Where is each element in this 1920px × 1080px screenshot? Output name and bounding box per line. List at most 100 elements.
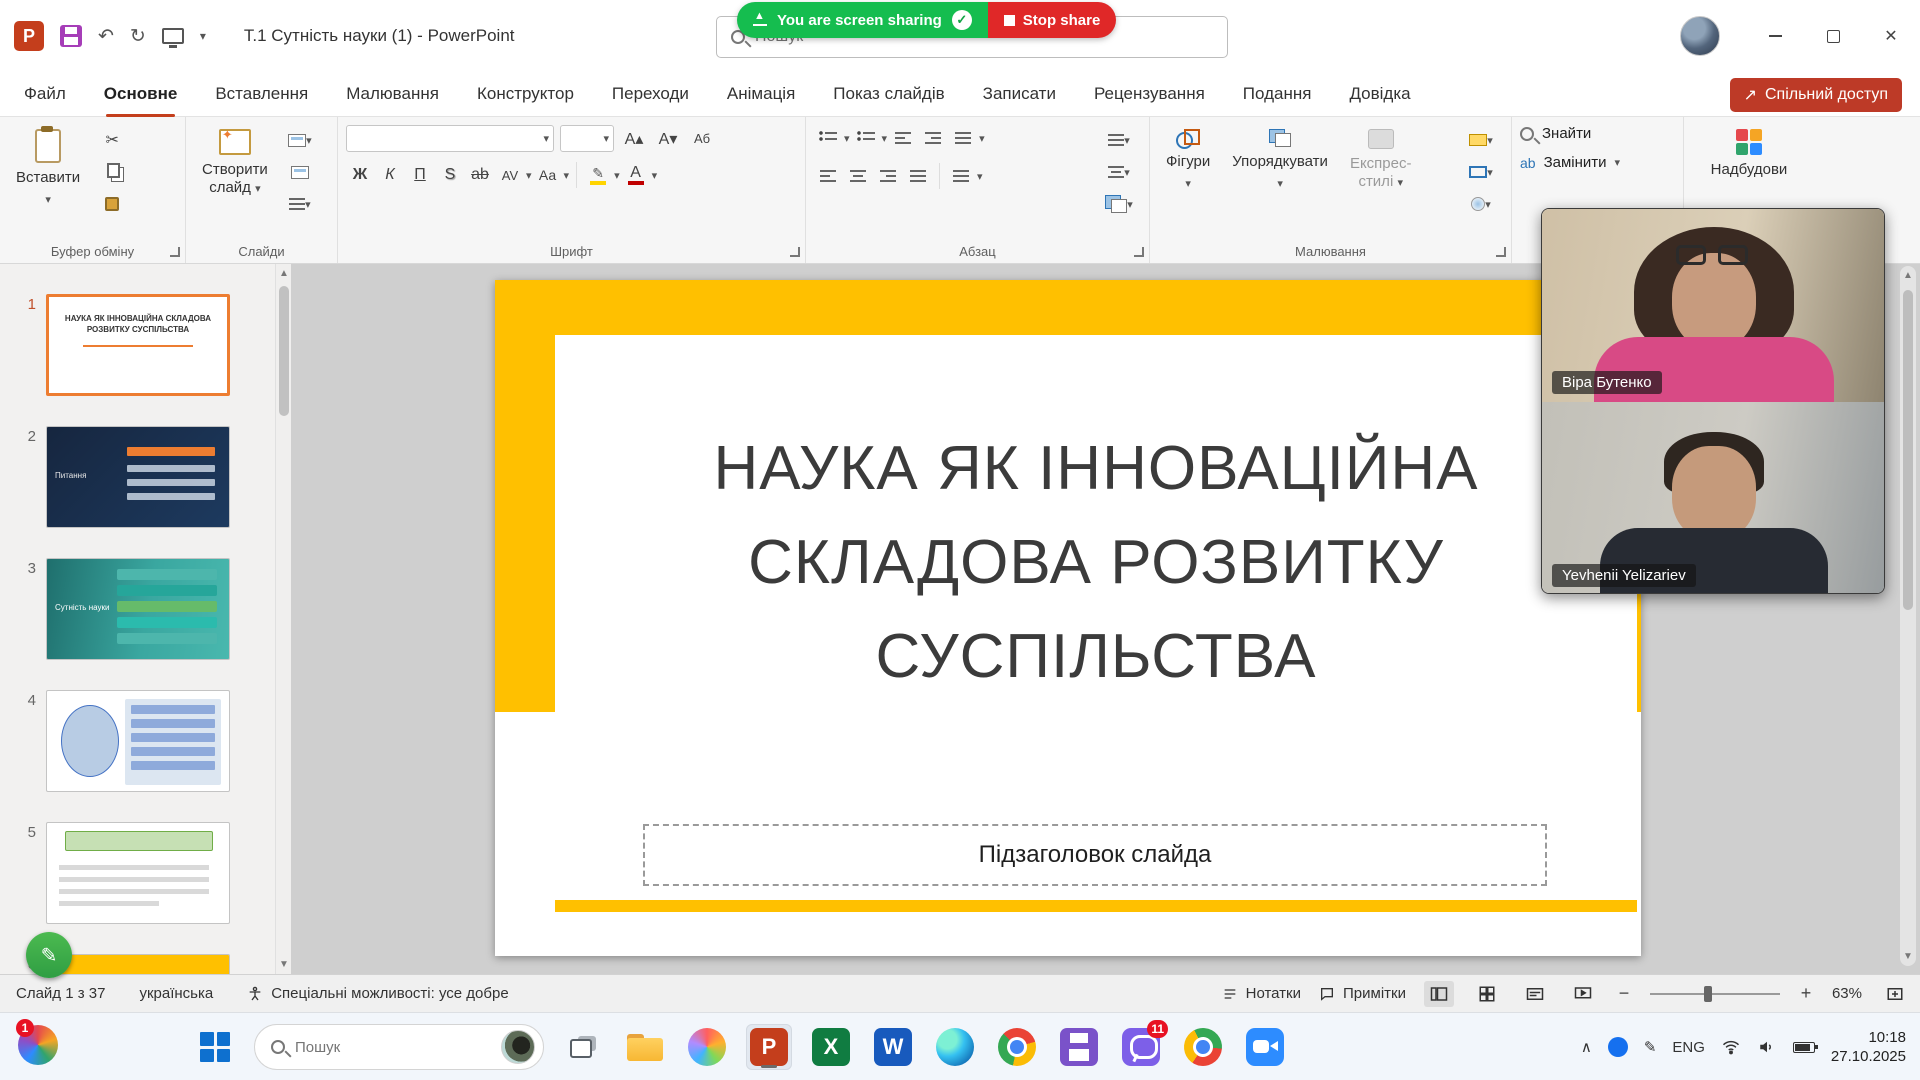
- scroll-up-icon[interactable]: ▲: [1900, 270, 1916, 281]
- slide-sorter-view-button[interactable]: [1472, 981, 1502, 1007]
- zoom-slider-thumb[interactable]: [1704, 986, 1712, 1002]
- file-explorer-button[interactable]: [622, 1024, 668, 1070]
- start-button[interactable]: [192, 1024, 238, 1070]
- maximize-button[interactable]: [1804, 0, 1862, 72]
- justify-button[interactable]: [904, 163, 932, 189]
- slide-canvas[interactable]: НАУКА ЯК ІННОВАЦІЙНА СКЛАДОВА РОЗВИТКУ С…: [495, 280, 1641, 956]
- clipboard-dialog-launcher[interactable]: [170, 247, 180, 257]
- tab-view[interactable]: Подання: [1243, 72, 1312, 117]
- underline-button[interactable]: П: [406, 162, 434, 188]
- widgets-button[interactable]: 1: [18, 1025, 62, 1069]
- main-scrollbar[interactable]: ▲ ▼: [1900, 266, 1916, 966]
- line-spacing-button[interactable]: [949, 125, 977, 151]
- pen-tray-icon[interactable]: ✎: [1644, 1038, 1657, 1056]
- tab-record[interactable]: Записати: [983, 72, 1056, 117]
- highlight-button[interactable]: ✎: [584, 162, 612, 188]
- align-text-button[interactable]: ▾: [1097, 159, 1141, 185]
- edge-taskbar-button[interactable]: [932, 1024, 978, 1070]
- quick-styles-button[interactable]: Експрес-стилі ▾: [1342, 125, 1420, 239]
- stop-share-button[interactable]: Stop share: [988, 2, 1117, 38]
- drawing-dialog-launcher[interactable]: [1496, 247, 1506, 257]
- font-name-select[interactable]: ▾: [346, 125, 554, 152]
- notes-button[interactable]: Нотатки: [1222, 985, 1301, 1002]
- slide-title-placeholder[interactable]: НАУКА ЯК ІННОВАЦІЙНА СКЛАДОВА РОЗВИТКУ С…: [555, 335, 1637, 791]
- language-indicator[interactable]: українська: [139, 985, 213, 1002]
- find-button[interactable]: Знайти: [1520, 125, 1675, 142]
- normal-view-button[interactable]: [1424, 981, 1454, 1007]
- tab-draw[interactable]: Малювання: [346, 72, 439, 117]
- section-button[interactable]: ▾: [286, 191, 314, 217]
- reading-view-button[interactable]: [1520, 981, 1550, 1007]
- annotate-button[interactable]: ✎: [26, 932, 72, 978]
- undo-icon[interactable]: ↶: [98, 25, 114, 48]
- tab-review[interactable]: Рецензування: [1094, 72, 1205, 117]
- slideshow-view-button[interactable]: [1568, 981, 1598, 1007]
- arrange-button[interactable]: Упорядкувати ▾: [1224, 125, 1336, 239]
- numbering-button[interactable]: [852, 125, 880, 151]
- columns-button[interactable]: [947, 163, 975, 189]
- scrollbar-thumb[interactable]: [1903, 290, 1913, 610]
- reset-slide-button[interactable]: [286, 159, 314, 185]
- shape-fill-button[interactable]: ▾: [1459, 127, 1503, 153]
- tab-insert[interactable]: Вставлення: [215, 72, 308, 117]
- tray-app-icon[interactable]: [1608, 1037, 1628, 1057]
- paragraph-dialog-launcher[interactable]: [1134, 247, 1144, 257]
- format-painter-button[interactable]: [98, 191, 126, 217]
- redo-icon[interactable]: ↻: [130, 25, 146, 48]
- account-avatar[interactable]: [1680, 16, 1720, 56]
- slide-thumbnail-2[interactable]: Питання: [46, 426, 230, 528]
- shapes-button[interactable]: Фігури ▾: [1158, 125, 1218, 239]
- task-view-button[interactable]: [560, 1024, 606, 1070]
- paste-button[interactable]: Вставити ▾: [8, 125, 88, 217]
- participant-tile-1[interactable]: Віра Бутенко: [1542, 209, 1884, 402]
- thumbnail-scrollbar[interactable]: ▲ ▼: [275, 264, 291, 974]
- tab-design[interactable]: Конструктор: [477, 72, 574, 117]
- tab-slideshow[interactable]: Показ слайдів: [833, 72, 944, 117]
- qat-customize-icon[interactable]: ▾: [200, 29, 206, 43]
- cut-button[interactable]: ✂: [98, 127, 126, 153]
- excel-taskbar-button[interactable]: X: [808, 1024, 854, 1070]
- text-direction-button[interactable]: ▾: [1097, 127, 1141, 153]
- tab-transitions[interactable]: Переходи: [612, 72, 689, 117]
- tab-home[interactable]: Основне: [104, 72, 178, 117]
- fit-slide-button[interactable]: [1880, 981, 1910, 1007]
- taskbar-search-input[interactable]: [295, 1039, 475, 1056]
- decrease-indent-button[interactable]: [889, 125, 917, 151]
- save-app-button[interactable]: [1056, 1024, 1102, 1070]
- character-spacing-button[interactable]: AV: [496, 162, 524, 188]
- bold-button[interactable]: Ж: [346, 162, 374, 188]
- zoom-in-button[interactable]: +: [1798, 983, 1814, 1004]
- viber-taskbar-button[interactable]: 11: [1118, 1024, 1164, 1070]
- zoom-out-button[interactable]: −: [1616, 983, 1632, 1004]
- change-case-button[interactable]: Аа: [534, 162, 562, 188]
- align-left-button[interactable]: [814, 163, 842, 189]
- convert-smartart-button[interactable]: ▾: [1097, 191, 1141, 217]
- slide-thumbnail-6[interactable]: [46, 954, 230, 974]
- zoom-taskbar-button[interactable]: [1242, 1024, 1288, 1070]
- shape-effects-button[interactable]: ▾: [1459, 191, 1503, 217]
- addins-button[interactable]: Надбудови: [1692, 125, 1806, 183]
- italic-button[interactable]: К: [376, 162, 404, 188]
- shrink-font-button[interactable]: А▾: [654, 126, 682, 152]
- powerpoint-taskbar-button[interactable]: P: [746, 1024, 792, 1070]
- wifi-icon[interactable]: [1721, 1038, 1741, 1056]
- minimize-button[interactable]: [1746, 0, 1804, 72]
- slide-subtitle-placeholder[interactable]: Підзаголовок слайда: [643, 824, 1547, 886]
- taskbar-search[interactable]: [254, 1024, 544, 1070]
- align-right-button[interactable]: [874, 163, 902, 189]
- clock[interactable]: 10:18 27.10.2025: [1831, 1028, 1906, 1066]
- chrome-taskbar-button[interactable]: [994, 1024, 1040, 1070]
- volume-icon[interactable]: [1757, 1038, 1777, 1056]
- replace-button[interactable]: ab Замінити ▾: [1520, 154, 1675, 171]
- copy-button[interactable]: [98, 159, 126, 185]
- increase-indent-button[interactable]: [919, 125, 947, 151]
- photos-button[interactable]: [684, 1024, 730, 1070]
- tab-animations[interactable]: Анімація: [727, 72, 795, 117]
- scroll-down-icon[interactable]: ▼: [1900, 951, 1916, 962]
- zoom-level[interactable]: 63%: [1832, 985, 1862, 1002]
- slide-thumbnail-5[interactable]: [46, 822, 230, 924]
- font-dialog-launcher[interactable]: [790, 247, 800, 257]
- start-slideshow-icon[interactable]: [162, 28, 184, 44]
- tab-help[interactable]: Довідка: [1349, 72, 1410, 117]
- scroll-down-icon[interactable]: ▼: [276, 959, 292, 970]
